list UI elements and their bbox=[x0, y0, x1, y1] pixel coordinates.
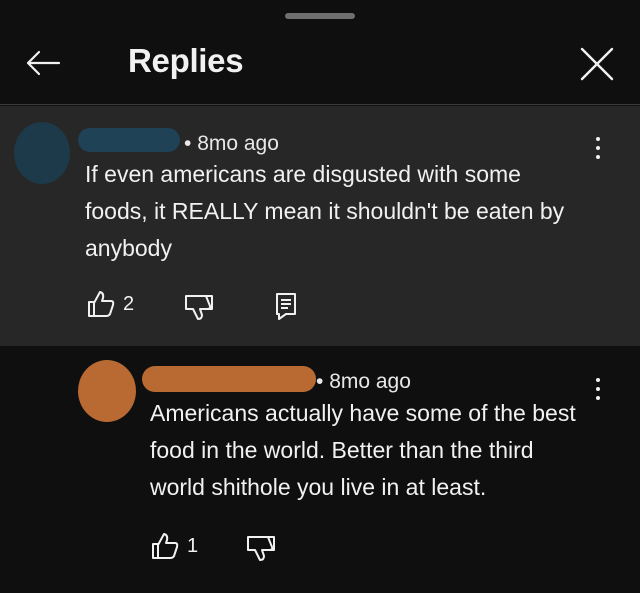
comment-timestamp: • 8mo ago bbox=[184, 132, 279, 156]
more-vert-icon bbox=[596, 378, 600, 382]
comment-timestamp: • 8mo ago bbox=[316, 370, 411, 394]
more-vert-icon bbox=[596, 137, 600, 141]
like-count: 1 bbox=[187, 534, 199, 557]
close-button[interactable] bbox=[576, 44, 618, 84]
comment-text: Americans actually have some of the best… bbox=[150, 400, 576, 500]
comment-icon bbox=[276, 293, 296, 320]
username-redacted[interactable] bbox=[78, 128, 180, 152]
more-vert-dot bbox=[596, 396, 600, 400]
dislike-button[interactable] bbox=[246, 534, 276, 562]
more-vert-dot bbox=[596, 146, 600, 150]
close-icon bbox=[580, 47, 614, 81]
username-redacted[interactable] bbox=[142, 366, 316, 392]
thumbs-up-icon bbox=[88, 291, 115, 317]
like-button[interactable]: 1 bbox=[150, 531, 198, 561]
replies-header: Replies bbox=[0, 0, 640, 105]
time-text: 8mo ago bbox=[329, 370, 411, 393]
more-vert-dot bbox=[596, 155, 600, 159]
parent-comment: • 8mo ago If even americans are disguste… bbox=[0, 106, 640, 346]
avatar[interactable] bbox=[78, 360, 136, 422]
like-count: 2 bbox=[123, 292, 135, 315]
reply-comment: • 8mo ago Americans actually have some o… bbox=[0, 346, 640, 593]
more-options-button[interactable] bbox=[586, 369, 610, 409]
separator-dot: • bbox=[316, 370, 330, 393]
like-button[interactable]: 2 bbox=[86, 289, 134, 319]
separator-dot: • bbox=[184, 132, 198, 155]
arrow-left-icon bbox=[26, 50, 61, 76]
page-title: Replies bbox=[128, 42, 244, 79]
thumbs-up-icon bbox=[152, 533, 179, 559]
comment-text: If even americans are disgusted with som… bbox=[85, 161, 565, 261]
back-button[interactable] bbox=[22, 45, 64, 81]
thumbs-down-icon bbox=[247, 536, 275, 561]
time-text: 8mo ago bbox=[197, 132, 279, 155]
more-vert-dot bbox=[596, 387, 600, 391]
reply-button[interactable] bbox=[275, 292, 297, 320]
thumbs-down-icon bbox=[185, 295, 213, 320]
avatar[interactable] bbox=[14, 122, 70, 184]
more-options-button[interactable] bbox=[586, 128, 610, 168]
dislike-button[interactable] bbox=[184, 293, 214, 321]
